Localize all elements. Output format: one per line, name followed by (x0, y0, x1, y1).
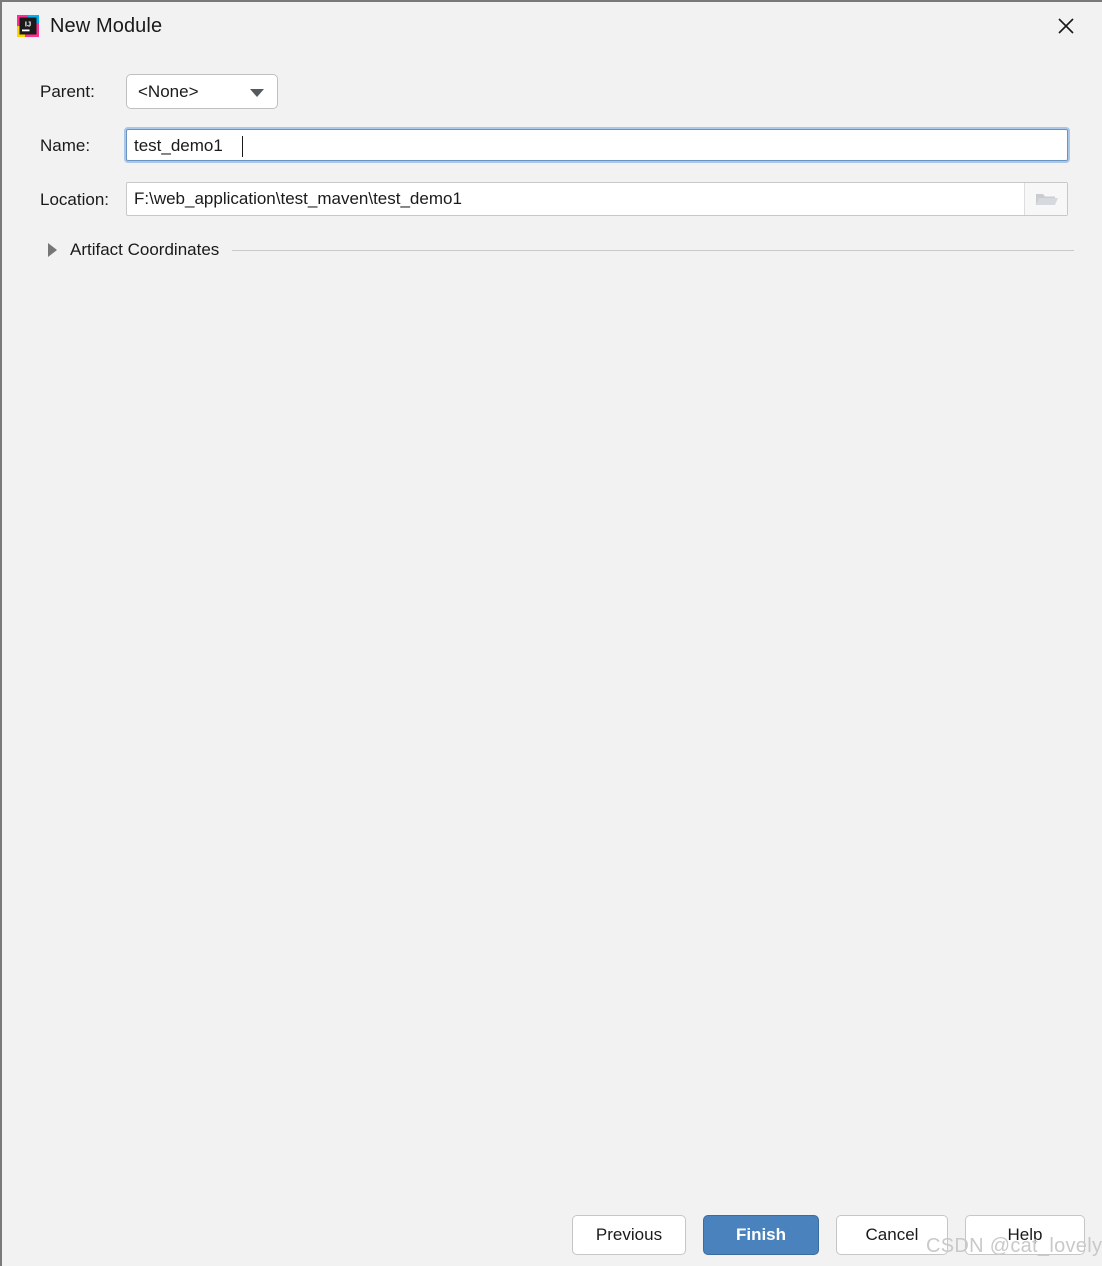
text-caret (242, 136, 243, 157)
section-separator (232, 249, 1074, 251)
dialog-title: New Module (50, 15, 163, 37)
name-label: Name: (40, 136, 91, 155)
triangle-right-icon (48, 243, 57, 257)
close-icon[interactable] (1044, 10, 1088, 42)
svg-text:IJ: IJ (25, 20, 31, 29)
location-label: Location: (40, 190, 109, 209)
cancel-button[interactable]: Cancel (836, 1215, 948, 1255)
intellij-idea-icon: IJ (16, 14, 40, 38)
new-module-dialog: IJ New Module Parent: <None> Name: test_… (0, 0, 1102, 1266)
location-input[interactable]: F:\web_application\test_maven\test_demo1 (126, 182, 1068, 216)
name-input-value: test_demo1 (134, 136, 223, 155)
help-button[interactable]: Help (965, 1215, 1085, 1255)
parent-dropdown[interactable]: <None> (126, 74, 278, 109)
artifact-coordinates-section[interactable]: Artifact Coordinates (40, 237, 1074, 263)
parent-dropdown-value: <None> (138, 82, 199, 101)
folder-icon[interactable] (1024, 183, 1067, 215)
name-input[interactable]: test_demo1 (124, 127, 1070, 163)
parent-label: Parent: (40, 82, 95, 101)
finish-button[interactable]: Finish (703, 1215, 819, 1255)
previous-button[interactable]: Previous (572, 1215, 686, 1255)
name-input-inner: test_demo1 (126, 129, 1068, 161)
artifact-coordinates-label: Artifact Coordinates (70, 240, 220, 259)
dialog-button-bar: Previous Finish Cancel Help (2, 1215, 1102, 1266)
title-bar: IJ New Module (2, 2, 1102, 50)
chevron-down-icon (250, 89, 264, 97)
location-input-value: F:\web_application\test_maven\test_demo1 (134, 189, 462, 208)
